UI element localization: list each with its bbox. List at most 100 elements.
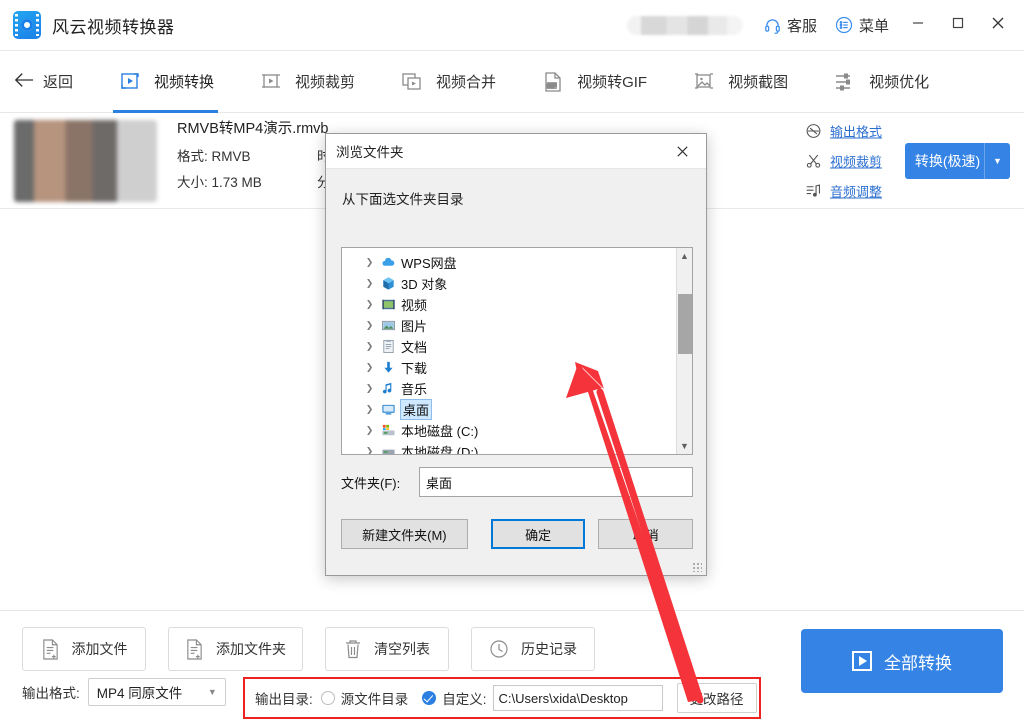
folder-name-input[interactable]: 桌面 bbox=[419, 467, 693, 497]
chevron-right-icon[interactable]: ❯ bbox=[364, 320, 375, 331]
documents-folder-icon bbox=[380, 339, 396, 355]
file-format: 格式: RMVB bbox=[177, 149, 317, 165]
tab-video-crop[interactable]: 视频裁剪 bbox=[236, 51, 377, 113]
tree-item-desktop[interactable]: ❯ 桌面 bbox=[342, 399, 676, 420]
convert-all-button[interactable]: 全部转换 bbox=[801, 629, 1003, 693]
tree-item-label: 3D 对象 bbox=[401, 274, 447, 293]
tree-item-local-disk-c[interactable]: ❯ 本地磁盘 (C:) bbox=[342, 420, 676, 441]
customer-service-button[interactable]: 客服 bbox=[755, 0, 826, 50]
chevron-down-icon: ▼ bbox=[208, 687, 217, 697]
add-file-label: 添加文件 bbox=[72, 639, 128, 659]
tree-item-label: 图片 bbox=[401, 316, 427, 335]
drive-icon bbox=[380, 444, 396, 455]
headset-icon bbox=[764, 17, 781, 34]
change-path-button[interactable]: 更改路径 bbox=[677, 683, 757, 713]
customer-service-label: 客服 bbox=[787, 15, 817, 36]
chevron-right-icon[interactable]: ❯ bbox=[364, 362, 375, 373]
tab-label: 视频转换 bbox=[154, 71, 214, 92]
minimize-button[interactable] bbox=[898, 0, 938, 50]
list-menu-icon bbox=[835, 16, 853, 34]
video-thumbnail bbox=[14, 120, 157, 202]
tree-scrollbar[interactable]: ▲ ▼ bbox=[676, 248, 692, 454]
output-format-row: 输出格式: MP4 同原文件 ▼ bbox=[22, 678, 226, 706]
folder-tree[interactable]: ❯ WPS网盘 ❯ 3D 对象 bbox=[341, 247, 693, 455]
chevron-right-icon[interactable]: ❯ bbox=[364, 446, 375, 454]
system-drive-icon bbox=[380, 423, 396, 439]
maximize-button[interactable] bbox=[938, 0, 978, 50]
ok-button[interactable]: 确定 bbox=[491, 519, 586, 549]
chevron-right-icon[interactable]: ❯ bbox=[364, 425, 375, 436]
browse-folder-dialog: 浏览文件夹 从下面选文件夹目录 ❯ WPS网盘 ❯ bbox=[325, 133, 707, 576]
tab-video-optimize[interactable]: 视频优化 bbox=[810, 51, 951, 113]
audio-adjust-action[interactable]: 音频调整 bbox=[805, 181, 882, 200]
tree-item-3d-objects[interactable]: ❯ 3D 对象 bbox=[342, 273, 676, 294]
tab-video-to-gif[interactable]: GIF 视频转GIF bbox=[518, 51, 669, 113]
tab-bar: 返回 视频转换 视频裁剪 bbox=[0, 51, 1024, 113]
tab-video-screenshot[interactable]: 视频截图 bbox=[669, 51, 810, 113]
new-folder-button[interactable]: 新建文件夹(M) bbox=[341, 519, 468, 549]
chevron-down-icon[interactable]: ▼ bbox=[984, 143, 1010, 179]
radio-source-dir[interactable] bbox=[321, 691, 335, 705]
app-logo-icon bbox=[13, 11, 41, 39]
tree-item-pictures[interactable]: ❯ 图片 bbox=[342, 315, 676, 336]
video-crop-action[interactable]: 视频裁剪 bbox=[805, 151, 882, 170]
arrow-left-icon bbox=[14, 71, 34, 93]
folder-field-row: 文件夹(F): 桌面 bbox=[341, 467, 693, 497]
file-row-actions: 输出格式 视频裁剪 bbox=[805, 121, 882, 200]
file-size: 大小: 1.73 MB bbox=[177, 175, 317, 191]
close-button[interactable] bbox=[978, 0, 1018, 50]
output-format-action[interactable]: 输出格式 bbox=[805, 121, 882, 140]
tree-item-downloads[interactable]: ❯ 下载 bbox=[342, 357, 676, 378]
add-folder-button[interactable]: 添加文件夹 bbox=[168, 627, 303, 671]
video-merge-icon bbox=[399, 70, 425, 94]
output-format-select[interactable]: MP4 同原文件 ▼ bbox=[88, 678, 226, 706]
chevron-right-icon[interactable]: ❯ bbox=[364, 404, 375, 415]
scroll-up-icon[interactable]: ▲ bbox=[677, 248, 692, 264]
menu-button[interactable]: 菜单 bbox=[826, 0, 898, 50]
tree-item-local-disk-d[interactable]: ❯ 本地磁盘 (D:) bbox=[342, 441, 676, 454]
videos-folder-icon bbox=[380, 297, 396, 313]
tree-item-label: 音乐 bbox=[401, 379, 427, 398]
radio-custom-dir-label: 自定义: bbox=[442, 688, 486, 708]
chevron-right-icon[interactable]: ❯ bbox=[364, 299, 375, 310]
back-button[interactable]: 返回 bbox=[14, 71, 73, 93]
bottom-bar: 添加文件 添加文件夹 清空列表 bbox=[0, 610, 1024, 720]
tab-label: 视频转GIF bbox=[577, 71, 647, 92]
radio-custom-dir[interactable] bbox=[422, 691, 436, 705]
tab-video-convert[interactable]: 视频转换 bbox=[95, 51, 236, 113]
radio-source-dir-label: 源文件目录 bbox=[341, 688, 409, 708]
convert-button[interactable]: 转换(极速) ▼ bbox=[905, 143, 1010, 179]
dialog-title-bar: 浏览文件夹 bbox=[326, 134, 706, 169]
tree-item-documents[interactable]: ❯ 文档 bbox=[342, 336, 676, 357]
chevron-right-icon[interactable]: ❯ bbox=[364, 278, 375, 289]
folder-field-label: 文件夹(F): bbox=[341, 473, 419, 492]
chevron-right-icon[interactable]: ❯ bbox=[364, 341, 375, 352]
tab-video-merge[interactable]: 视频合并 bbox=[377, 51, 518, 113]
video-convert-icon bbox=[117, 70, 143, 94]
tree-item-wps-cloud[interactable]: ❯ WPS网盘 bbox=[342, 252, 676, 273]
history-label: 历史记录 bbox=[521, 639, 577, 659]
custom-path-input[interactable]: C:\Users\xida\Desktop bbox=[493, 685, 663, 711]
video-screenshot-icon bbox=[691, 70, 717, 94]
cancel-button[interactable]: 取消 bbox=[598, 519, 693, 549]
output-directory-group: 输出目录: 源文件目录 自定义: C:\Users\xida\Desktop 更… bbox=[243, 677, 761, 719]
add-file-button[interactable]: 添加文件 bbox=[22, 627, 146, 671]
chevron-right-icon[interactable]: ❯ bbox=[364, 257, 375, 268]
tree-item-label: 文档 bbox=[401, 337, 427, 356]
scrollbar-thumb[interactable] bbox=[678, 294, 692, 354]
history-button[interactable]: 历史记录 bbox=[471, 627, 595, 671]
dialog-close-button[interactable] bbox=[668, 136, 696, 166]
output-format-label: 输出格式: bbox=[22, 682, 80, 702]
clear-list-button[interactable]: 清空列表 bbox=[325, 627, 449, 671]
scroll-down-icon[interactable]: ▼ bbox=[677, 438, 692, 454]
title-bar-right: 客服 菜单 bbox=[627, 0, 1024, 50]
video-to-gif-icon: GIF bbox=[540, 70, 566, 94]
resize-grip-icon[interactable] bbox=[692, 562, 702, 572]
chevron-right-icon[interactable]: ❯ bbox=[364, 383, 375, 394]
tree-item-label: 本地磁盘 (D:) bbox=[401, 442, 478, 454]
title-bar: 风云视频转换器 客服 bbox=[0, 0, 1024, 51]
output-dir-label: 输出目录: bbox=[255, 688, 313, 708]
tree-item-music[interactable]: ❯ 音乐 bbox=[342, 378, 676, 399]
tree-item-label: 视频 bbox=[401, 295, 427, 314]
tree-item-videos[interactable]: ❯ 视频 bbox=[342, 294, 676, 315]
